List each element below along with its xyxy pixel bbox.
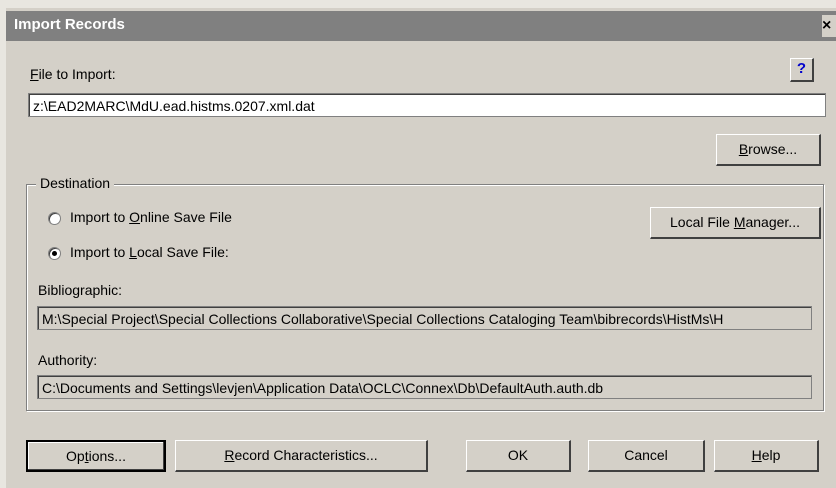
window-title: Import Records — [14, 16, 125, 33]
ok-button[interactable]: OK — [466, 440, 571, 472]
cancel-button[interactable]: Cancel — [588, 440, 705, 472]
bibliographic-path-field[interactable]: M:\Special Project\Special Collections C… — [37, 306, 812, 330]
destination-title: Destination — [36, 175, 115, 191]
file-to-import-input[interactable]: z:\EAD2MARC\MdU.ead.histms.0207.xml.dat — [28, 93, 826, 117]
record-characteristics-button[interactable]: Record Characteristics... — [175, 440, 428, 472]
file-to-import-label: File to Import: — [30, 66, 116, 82]
window-edge-top — [0, 0, 836, 8]
local-save-radio[interactable] — [48, 247, 61, 260]
browse-button[interactable]: Browse... — [716, 134, 821, 166]
help-question-icon: ? — [796, 60, 807, 77]
window-edge-left — [0, 0, 6, 488]
options-button[interactable]: Options... — [26, 440, 166, 472]
local-file-manager-button[interactable]: Local File Manager... — [650, 207, 821, 239]
help-button-footer[interactable]: Help — [714, 440, 819, 472]
close-icon[interactable]: × — [822, 15, 836, 37]
bibliographic-label: Bibliographic: — [38, 282, 123, 298]
help-button[interactable]: ? — [790, 58, 814, 82]
import-records-dialog: Import Records × File to Import: ? z:\EA… — [0, 0, 836, 488]
options-label: Options... — [66, 448, 126, 464]
online-save-label[interactable]: Import to Online Save File — [70, 209, 232, 225]
online-save-radio[interactable] — [48, 212, 61, 225]
authority-path-field[interactable]: C:\Documents and Settings\levjen\Applica… — [37, 375, 812, 399]
authority-label: Authority: — [38, 352, 98, 368]
local-save-label[interactable]: Import to Local Save File: — [70, 244, 229, 260]
title-bar[interactable]: Import Records × — [6, 11, 836, 41]
